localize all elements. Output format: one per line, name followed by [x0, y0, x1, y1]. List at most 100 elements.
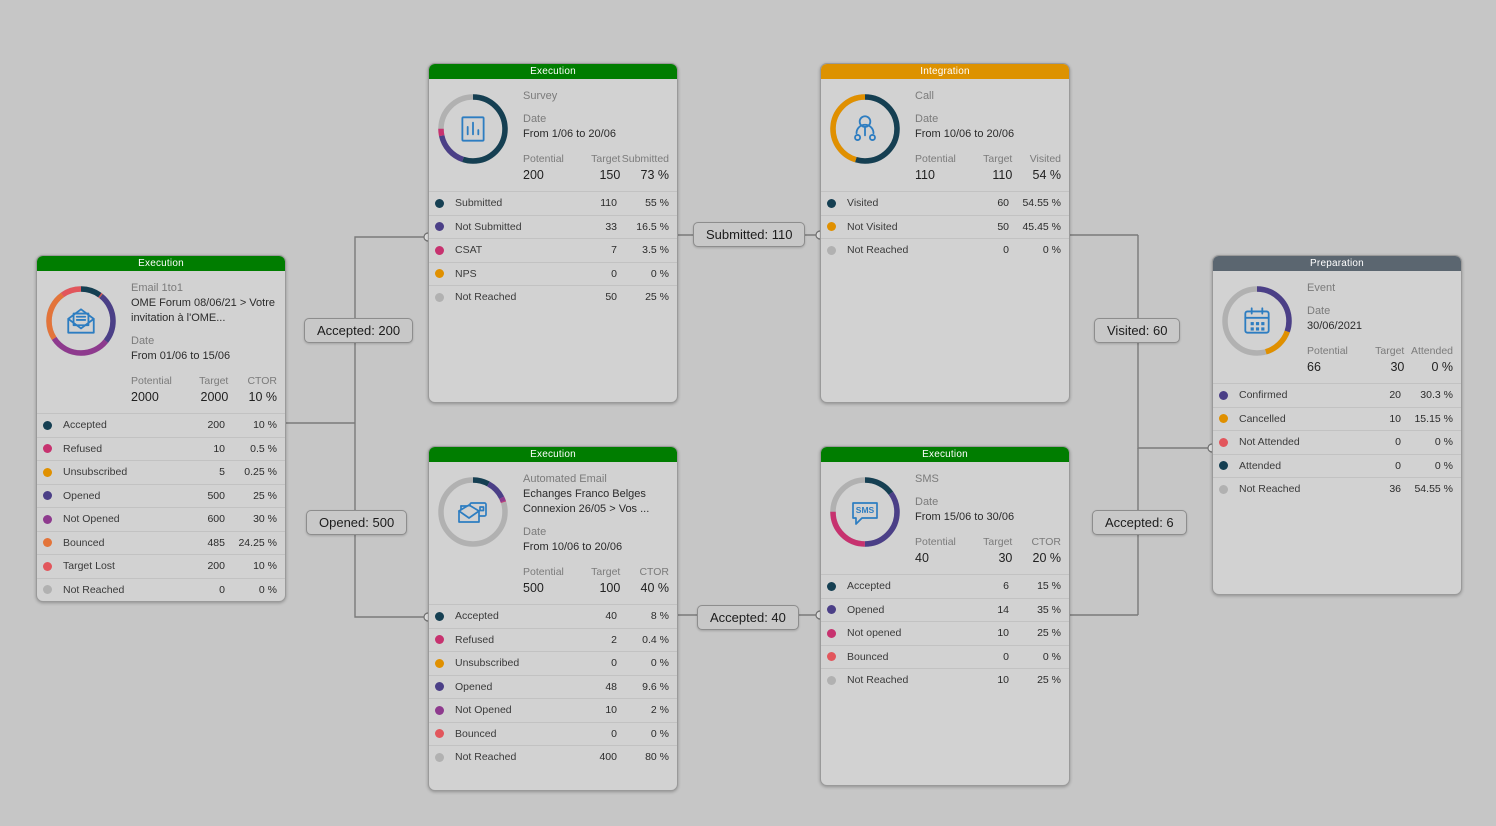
kpi-value: 2000: [200, 390, 229, 404]
table-row[interactable]: Not Reached 400 80 %: [429, 745, 677, 769]
table-row[interactable]: Opened 14 35 %: [821, 597, 1069, 622]
stat-percent: 8 %: [650, 610, 669, 623]
stat-percent: 0 %: [650, 727, 669, 740]
table-row[interactable]: Not Reached 10 25 %: [821, 668, 1069, 692]
table-row[interactable]: Visited 60 54.55 %: [821, 191, 1069, 215]
stat-percent: 30.3 %: [1420, 389, 1453, 402]
table-row[interactable]: Not Reached 36 54.55 %: [1213, 477, 1461, 501]
table-row[interactable]: Target Lost 200 10 %: [37, 554, 285, 578]
connector-label-accepted-6[interactable]: Accepted: 6: [1092, 510, 1187, 535]
connector-label-accepted-200[interactable]: Accepted: 200: [304, 318, 414, 343]
kpi-row: Potential 110 Target 110 Visited 54 %: [915, 152, 1061, 183]
table-row[interactable]: Not Reached 0 0 %: [37, 577, 285, 602]
workflow-card-sms[interactable]: Execution SMS SMS Date From 15/06 to 30/06 Po…: [820, 446, 1070, 786]
table-row[interactable]: Bounced 0 0 %: [821, 644, 1069, 669]
table-row[interactable]: Accepted 200 10 %: [37, 413, 285, 437]
svg-text:SMS: SMS: [856, 505, 875, 515]
legend-dot-icon: [435, 752, 444, 762]
stat-label: Not Visited: [847, 220, 898, 233]
connector-label-accepted-40[interactable]: Accepted: 40: [697, 605, 799, 630]
kpi-potential: Potential 200: [523, 152, 572, 183]
donut-chart-survey: [435, 91, 511, 167]
table-row[interactable]: NPS 0 0 %: [429, 261, 677, 286]
card-subtitle: Automated Email: [523, 473, 607, 485]
connector-label-opened-500[interactable]: Opened: 500: [306, 510, 408, 535]
table-row[interactable]: Not Reached 50 25 %: [429, 285, 677, 309]
kpi-ctor: CTOR 10 %: [228, 374, 277, 405]
stat-label: Refused: [455, 633, 495, 646]
kpi-label: Submitted: [621, 153, 670, 165]
table-row[interactable]: Not Opened 10 2 %: [429, 698, 677, 722]
stat-count: 0: [1395, 459, 1401, 472]
kpi-target: Target 30: [964, 535, 1013, 566]
table-row[interactable]: Submitted 110 55 %: [429, 191, 677, 215]
stat-label: Refused: [63, 442, 103, 455]
kpi-target: Target 100: [572, 565, 621, 596]
stat-percent: 30 %: [253, 513, 277, 526]
emails-icon: [435, 474, 511, 550]
table-row[interactable]: Not Opened 600 30 %: [37, 507, 285, 531]
date-label: Date: [523, 113, 547, 125]
stat-count: 36: [1389, 483, 1401, 496]
table-row[interactable]: Attended 0 0 %: [1213, 453, 1461, 478]
workflow-card-survey[interactable]: Execution Survey Date From 1/06 to 20/06 Pot…: [428, 63, 678, 403]
kpi-target: Target 30: [1356, 344, 1404, 375]
table-row[interactable]: CSAT 7 3.5 %: [429, 238, 677, 262]
kpi-potential: Potential 40: [915, 535, 964, 566]
table-row[interactable]: Not opened 10 25 %: [821, 621, 1069, 645]
workflow-card-call[interactable]: Integration Call Date From 10/06 to 20/06 Po…: [820, 63, 1070, 403]
legend-dot-icon: [43, 585, 52, 595]
stat-count: 0: [219, 583, 225, 596]
stat-count: 600: [207, 513, 225, 526]
stat-label: Not Reached: [847, 244, 909, 257]
table-row[interactable]: Refused 10 0.5 %: [37, 436, 285, 461]
table-row[interactable]: Cancelled 10 15.15 %: [1213, 406, 1461, 431]
stat-label: Attended: [1239, 459, 1282, 472]
kpi-label: Potential: [915, 536, 956, 548]
stat-percent: 2 %: [650, 704, 669, 717]
kpi-value: 100: [599, 581, 621, 595]
stat-count: 0: [1003, 650, 1009, 663]
stat-label: Cancelled: [1239, 412, 1286, 425]
stat-percent: 0.4 %: [642, 633, 669, 646]
stat-count: 5: [219, 466, 225, 479]
table-row[interactable]: Unsubscribed 0 0 %: [429, 651, 677, 675]
stat-percent: 45.45 %: [1022, 220, 1061, 233]
stat-percent: 0 %: [1434, 436, 1453, 449]
legend-dot-icon: [827, 605, 836, 615]
table-row[interactable]: Not Reached 0 0 %: [821, 238, 1069, 262]
workflow-card-event[interactable]: Preparation Event Date 30/06/2021 Potential 6…: [1212, 255, 1462, 595]
table-row[interactable]: Not Attended 0 0 %: [1213, 430, 1461, 454]
stat-label: Bounced: [455, 727, 497, 740]
connector-label-visited-60[interactable]: Visited: 60: [1094, 318, 1181, 343]
legend-dot-icon: [827, 198, 836, 208]
table-row[interactable]: Bounced 485 24.25 %: [37, 530, 285, 555]
stat-count: 110: [600, 197, 617, 210]
date-value: From 1/06 to 20/06: [523, 128, 616, 140]
table-row[interactable]: Refused 2 0.4 %: [429, 627, 677, 652]
table-row[interactable]: Bounced 0 0 %: [429, 721, 677, 746]
card-summary: Call Date From 10/06 to 20/06 Potential 110 T…: [821, 79, 1069, 187]
workflow-card-automated-email[interactable]: Execution Automated Email Echanges Franco …: [428, 446, 678, 791]
stats-list: Accepted 40 8 % Refused 2 0.4 % Unsubscribed 0 0…: [429, 604, 677, 769]
kpi-label: Potential: [523, 566, 564, 578]
card-subtitle: Call: [915, 90, 934, 102]
legend-dot-icon: [43, 514, 52, 524]
table-row[interactable]: Opened 500 25 %: [37, 483, 285, 508]
table-row[interactable]: Accepted 6 15 %: [821, 574, 1069, 598]
table-row[interactable]: Not Submitted 33 16.5 %: [429, 214, 677, 239]
table-row[interactable]: Not Visited 50 45.45 %: [821, 214, 1069, 239]
connector-label-submitted-110[interactable]: Submitted: 110: [693, 222, 806, 247]
table-row[interactable]: Opened 48 9.6 %: [429, 674, 677, 699]
stat-percent: 0 %: [258, 583, 277, 596]
kpi-label: Target: [983, 536, 1013, 548]
table-row[interactable]: Unsubscribed 5 0.25 %: [37, 460, 285, 484]
card-header-sms: Execution: [821, 447, 1069, 462]
table-row[interactable]: Accepted 40 8 %: [429, 604, 677, 628]
stats-list: Accepted 6 15 % Opened 14 35 % Not opened 10 25 …: [821, 574, 1069, 692]
kpi-label: Target: [591, 566, 621, 578]
stat-label: Not Opened: [63, 513, 120, 526]
workflow-card-email-1to1[interactable]: Execution Email 1to1 OME Forum 08/06/21 > …: [36, 255, 286, 602]
stat-count: 400: [599, 751, 617, 764]
table-row[interactable]: Confirmed 20 30.3 %: [1213, 383, 1461, 407]
